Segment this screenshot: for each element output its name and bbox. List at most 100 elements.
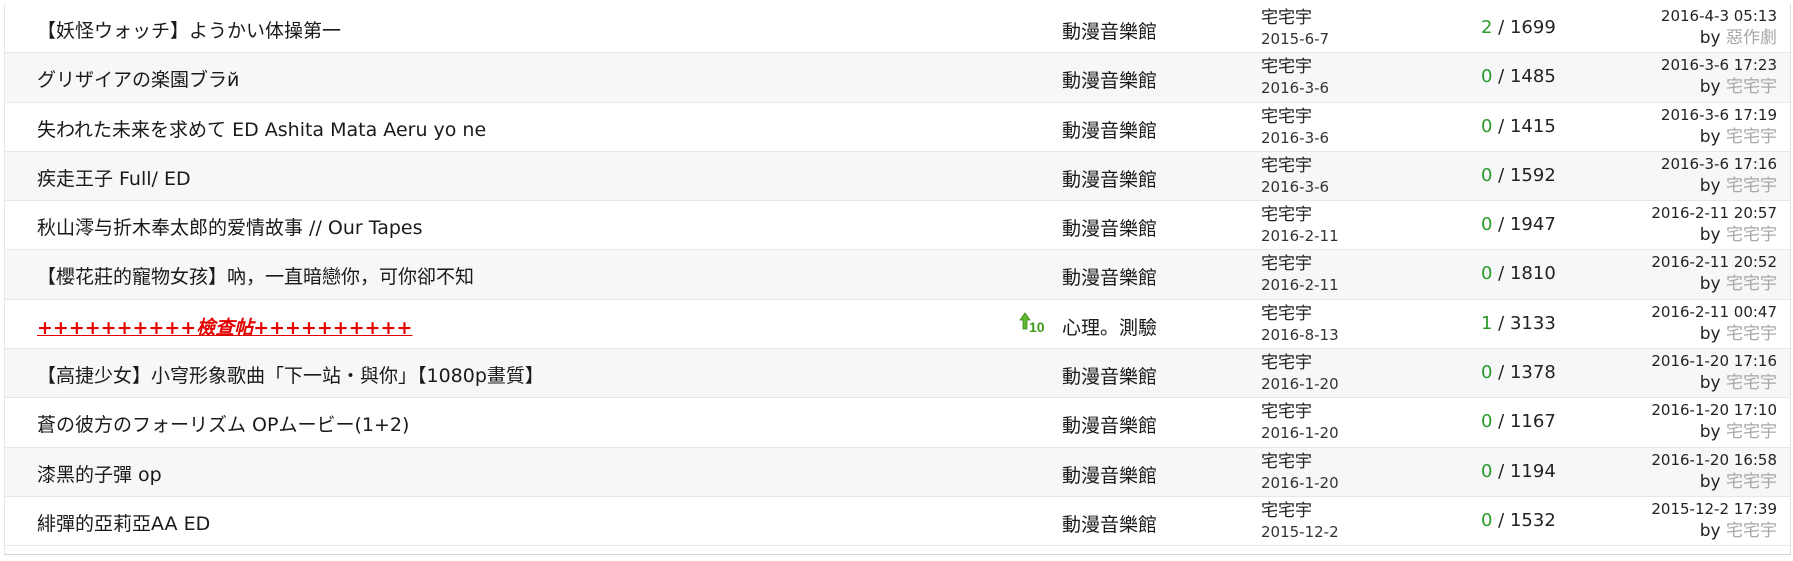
thread-title-link[interactable]: ++++++++++檢查帖++++++++++ — [37, 313, 412, 340]
view-count: 1592 — [1509, 164, 1556, 186]
view-count: 3133 — [1509, 312, 1556, 334]
last-poster-link[interactable]: 宅宅宇 — [1726, 422, 1777, 442]
author-name-link[interactable]: 宅宅宇 — [1261, 402, 1339, 423]
author-name-link[interactable]: 宅宅宇 — [1261, 107, 1329, 128]
thread-title-link[interactable]: 【妖怪ウォッチ】ようかい体操第一 — [37, 16, 341, 43]
thread-title-link[interactable]: 漆黑的子彈 op — [37, 460, 162, 487]
thread-title-link[interactable]: 疾走王子 Full/ ED — [37, 164, 191, 191]
last-poster-link[interactable]: 宅宅宇 — [1726, 373, 1777, 393]
author-name-link[interactable]: 宅宅宇 — [1261, 452, 1339, 473]
reply-view-counts: 0 / 1592 — [1481, 165, 1556, 186]
last-poster-link[interactable]: 宅宅宇 — [1726, 324, 1777, 344]
table-row: 【高捷少女】小穹形象歌曲「下一站・與你」【1080p畫質】 動漫音樂館 宅宅宇 2… — [5, 349, 1790, 399]
last-poster-link[interactable]: 宅宅宇 — [1726, 472, 1777, 492]
last-post-cell: 2016-3-6 17:16 by 宅宅宇 — [1661, 155, 1777, 199]
last-post-time-link[interactable]: 2016-4-3 05:13 — [1661, 7, 1777, 26]
author-name-link[interactable]: 宅宅宇 — [1261, 156, 1329, 177]
last-poster-link[interactable]: 宅宅宇 — [1726, 77, 1777, 97]
table-row: 【櫻花莊的寵物女孩】吶，一直暗戀你，可你卻不知 動漫音樂館 宅宅宇 2016-2-… — [5, 250, 1790, 300]
last-post-time-link[interactable]: 2016-2-11 20:57 — [1651, 204, 1777, 223]
forum-link[interactable]: 動漫音樂館 — [1062, 411, 1157, 438]
reply-count: 2 — [1481, 17, 1493, 38]
last-poster-link[interactable]: 宅宅宇 — [1726, 274, 1777, 294]
last-post-time-link[interactable]: 2015-12-2 17:39 — [1651, 500, 1777, 519]
last-post-time-link[interactable]: 2016-1-20 17:10 — [1651, 401, 1777, 420]
forum-link[interactable]: 動漫音樂館 — [1062, 165, 1157, 192]
author-name-link[interactable]: 宅宅宇 — [1261, 501, 1339, 522]
last-post-cell: 2016-3-6 17:19 by 宅宅宇 — [1661, 106, 1777, 150]
author-name-link[interactable]: 宅宅宇 — [1261, 304, 1339, 325]
thread-title-link[interactable]: 【高捷少女】小穹形象歌曲「下一站・與你」【1080p畫質】 — [37, 361, 544, 388]
view-count: 1699 — [1509, 17, 1556, 38]
count-separator: / — [1492, 509, 1510, 531]
thread-title-link[interactable]: 緋彈的亞莉亞AA ED — [37, 509, 210, 536]
last-post-time-link[interactable]: 2016-2-11 20:52 — [1651, 253, 1777, 272]
forum-link[interactable]: 動漫音樂館 — [1062, 461, 1157, 488]
last-poster-link[interactable]: 惡作劇 — [1726, 28, 1777, 48]
author-cell: 宅宅宇 2016-1-20 — [1261, 353, 1339, 393]
view-count: 1194 — [1509, 460, 1556, 482]
last-post-time-link[interactable]: 2016-1-20 16:58 — [1651, 451, 1777, 470]
forum-link[interactable]: 動漫音樂館 — [1062, 263, 1157, 290]
last-poster-link[interactable]: 宅宅宇 — [1726, 127, 1777, 147]
last-post-time-link[interactable]: 2016-3-6 17:19 — [1661, 106, 1777, 125]
reply-view-counts: 0 / 1810 — [1481, 263, 1556, 284]
table-row: 蒼の彼方のフォーリズム OPムービー(1+2) 動漫音樂館 宅宅宇 2016-1-… — [5, 398, 1790, 448]
forum-link[interactable]: 動漫音樂館 — [1062, 214, 1157, 241]
last-post-time-link[interactable]: 2016-3-6 17:16 — [1661, 155, 1777, 174]
last-post-cell: 2016-3-6 17:23 by 宅宅宇 — [1661, 56, 1777, 100]
forum-link[interactable]: 動漫音樂館 — [1062, 510, 1157, 537]
author-name-link[interactable]: 宅宅宇 — [1261, 57, 1329, 78]
count-separator: / — [1492, 164, 1510, 186]
reply-count: 0 — [1481, 263, 1493, 285]
author-name-link[interactable]: 宅宅宇 — [1261, 254, 1339, 275]
reply-view-counts: 0 / 1415 — [1481, 116, 1556, 137]
last-post-by: by 惡作劇 — [1661, 26, 1777, 51]
last-post-by: by 宅宅宇 — [1651, 223, 1777, 248]
count-separator: / — [1492, 115, 1510, 137]
thread-title-link[interactable]: 【櫻花莊的寵物女孩】吶，一直暗戀你，可你卻不知 — [37, 262, 474, 289]
reply-view-counts: 0 / 1947 — [1481, 214, 1556, 235]
by-label: by — [1699, 471, 1726, 492]
last-poster-link[interactable]: 宅宅宇 — [1726, 176, 1777, 196]
last-post-cell: 2015-12-2 17:39 by 宅宅宇 — [1651, 500, 1777, 544]
reply-view-counts: 2 / 1699 — [1481, 17, 1556, 38]
author-cell: 宅宅宇 2016-3-6 — [1261, 107, 1329, 147]
count-separator: / — [1492, 411, 1510, 433]
last-post-cell: 2016-1-20 17:10 by 宅宅宇 — [1651, 401, 1777, 445]
last-post-time-link[interactable]: 2016-2-11 00:47 — [1651, 303, 1777, 322]
by-label: by — [1699, 323, 1726, 344]
view-count: 1167 — [1509, 411, 1556, 433]
thread-title-link[interactable]: 蒼の彼方のフォーリズム OPムービー(1+2) — [37, 410, 409, 437]
last-post-time-link[interactable]: 2016-1-20 17:16 — [1651, 352, 1777, 371]
last-poster-link[interactable]: 宅宅宇 — [1726, 225, 1777, 245]
author-cell: 宅宅宇 2016-1-20 — [1261, 402, 1339, 442]
by-label: by — [1699, 225, 1726, 246]
author-name-link[interactable]: 宅宅宇 — [1261, 8, 1329, 29]
author-name-link[interactable]: 宅宅宇 — [1261, 205, 1339, 226]
table-row: 失われた未来を求めて ED Ashita Mata Aeru yo ne 動漫音樂… — [5, 102, 1790, 152]
forum-link[interactable]: 動漫音樂館 — [1062, 362, 1157, 389]
by-label: by — [1699, 520, 1726, 541]
forum-link[interactable]: 動漫音樂館 — [1062, 116, 1157, 143]
thread-title-link[interactable]: 秋山澪与折木奉太郎的爱情故事 // Our Tapes — [37, 213, 422, 240]
count-separator: / — [1492, 362, 1510, 384]
last-post-time-link[interactable]: 2016-3-6 17:23 — [1661, 56, 1777, 75]
forum-link[interactable]: 動漫音樂館 — [1062, 17, 1157, 44]
reply-view-counts: 1 / 3133 — [1481, 313, 1556, 334]
last-poster-link[interactable]: 宅宅宇 — [1726, 521, 1777, 541]
last-post-by: by 宅宅宇 — [1651, 272, 1777, 297]
forum-link[interactable]: 動漫音樂館 — [1062, 66, 1157, 93]
thread-title-link[interactable]: 失われた未来を求めて ED Ashita Mata Aeru yo ne — [37, 115, 486, 142]
thread-title-link[interactable]: グリザイアの楽園ブラй — [37, 65, 239, 92]
forum-link[interactable]: 心理。測驗 — [1062, 313, 1157, 340]
last-post-cell: 2016-2-11 20:57 by 宅宅宇 — [1651, 204, 1777, 248]
post-date: 2016-2-11 — [1261, 227, 1339, 246]
reply-count: 0 — [1481, 411, 1493, 433]
last-post-cell: 2016-2-11 00:47 by 宅宅宇 — [1651, 303, 1777, 347]
post-date: 2016-3-6 — [1261, 79, 1330, 98]
author-name-link[interactable]: 宅宅宇 — [1261, 353, 1339, 374]
reply-count: 0 — [1481, 362, 1493, 384]
author-cell: 宅宅宇 2015-12-2 — [1261, 501, 1339, 541]
author-cell: 宅宅宇 2016-3-6 — [1261, 57, 1329, 97]
